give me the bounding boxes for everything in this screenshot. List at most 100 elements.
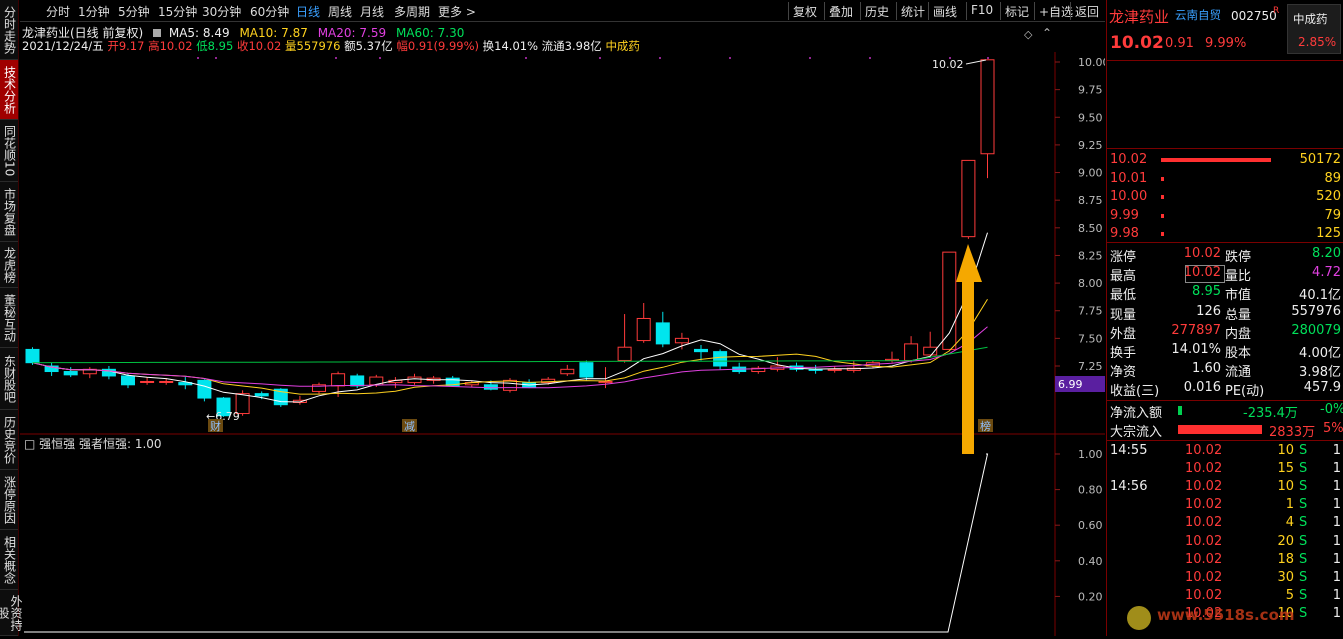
- stat-row: 最高 10.02 量比 4.72: [1107, 265, 1343, 285]
- settings-icon[interactable]: [153, 29, 162, 37]
- action-6[interactable]: 标记: [1000, 2, 1033, 20]
- bid-volume: 125: [1316, 226, 1341, 241]
- action-5[interactable]: F10: [966, 2, 997, 20]
- candle-body: [121, 375, 135, 386]
- candle-body: [254, 393, 269, 397]
- indicator-axis-label: 0.40: [1078, 555, 1103, 568]
- tick-count: 1: [1332, 533, 1341, 549]
- period-8[interactable]: 月线: [360, 3, 384, 20]
- net-inflow-row: 净流入额 -235.4万 -0%: [1107, 402, 1343, 421]
- left-tab-3[interactable]: 市场复盘: [0, 182, 18, 242]
- bid-row[interactable]: 9.99 79: [1107, 208, 1343, 226]
- candle-body: [407, 376, 422, 384]
- left-tab-2[interactable]: 同花顺10: [0, 120, 18, 182]
- candle-body: [483, 384, 498, 390]
- kline-chart[interactable]: 10.00 9.75 9.50 9.25 9.00 8.75 8.50 8.25 8.00 7.7…: [20, 52, 1110, 636]
- stat-value: 14.01%: [1171, 342, 1221, 357]
- amount-value: 额5.37亿: [344, 39, 393, 53]
- period-3[interactable]: 15分钟: [158, 3, 197, 20]
- left-tab-strip: 分时走势 技术分析 同花顺10 市场复盘 龙虎榜 董秘互动 东财股吧 历史竞价 涨停原因 相关概念…: [0, 0, 23, 636]
- close-value: 收10.02: [236, 39, 282, 53]
- marker-dot: [809, 57, 811, 59]
- stat-value: 4.00亿: [1299, 346, 1341, 361]
- collapse-icon[interactable]: ⌃: [1042, 26, 1052, 40]
- period-0[interactable]: 分时: [46, 3, 70, 20]
- tick-price: 10.02: [1185, 587, 1223, 603]
- bid-volume-bar: [1161, 213, 1164, 218]
- stat-label: PE(动): [1225, 384, 1265, 400]
- bid-price: 10.02: [1110, 152, 1148, 167]
- action-3[interactable]: 统计: [896, 2, 929, 20]
- stat-row: 换手 14.01% 股本 4.00亿: [1107, 342, 1343, 361]
- bid-volume-bar: [1161, 176, 1164, 181]
- bid-volume: 79: [1324, 207, 1341, 223]
- tick-count: 1: [1332, 569, 1341, 585]
- indicator-axis-label: 1.00: [1078, 448, 1103, 461]
- left-tab-5[interactable]: 董秘互动: [0, 288, 18, 348]
- action-0[interactable]: 复权: [788, 2, 821, 20]
- left-tab-7[interactable]: 历史竞价: [0, 410, 18, 470]
- stat-label: 流通: [1225, 365, 1252, 381]
- tick-volume: 1: [1285, 497, 1294, 513]
- action-2[interactable]: 历史: [860, 2, 893, 20]
- left-tab-9[interactable]: 相关概念: [0, 530, 18, 590]
- diamond-icon[interactable]: ◇: [1024, 28, 1032, 41]
- net-inflow-value: -235.4万: [1243, 406, 1298, 421]
- period-4[interactable]: 30分钟: [202, 3, 241, 20]
- tick-count: 1: [1332, 479, 1341, 495]
- price-axis-label: 9.50: [1078, 111, 1103, 124]
- tick-count: 1: [1332, 605, 1341, 621]
- candle-body: [827, 368, 842, 371]
- left-tab-4[interactable]: 龙虎榜: [0, 242, 18, 288]
- tick-row: 10.02 20 S 1: [1107, 534, 1343, 552]
- candle-body: [159, 380, 174, 383]
- action-8[interactable]: 返回: [1070, 2, 1103, 20]
- left-tab-8[interactable]: 涨停原因: [0, 470, 18, 530]
- stat-label: 最高: [1110, 269, 1137, 285]
- tick-price: 10.02: [1185, 569, 1223, 585]
- candle-body: [636, 317, 651, 342]
- stat-label: 股本: [1225, 346, 1252, 361]
- period-10[interactable]: 更多 >: [438, 3, 476, 20]
- period-6[interactable]: 日线: [296, 3, 320, 20]
- action-1[interactable]: 叠加: [824, 2, 857, 20]
- stat-row: 现量 126 总量 557976: [1107, 304, 1343, 323]
- left-tab-1[interactable]: 技术分析: [0, 60, 18, 120]
- price-axis-label: 7.50: [1078, 332, 1103, 345]
- candle-body: [961, 159, 976, 238]
- stat-label: 总量: [1225, 307, 1252, 323]
- tick-volume: 5: [1285, 587, 1294, 603]
- stat-value: 8.95: [1192, 284, 1221, 300]
- period-9[interactable]: 多周期: [394, 3, 430, 20]
- bid-row[interactable]: 10.00 520: [1107, 189, 1343, 207]
- bid-volume: 89: [1324, 170, 1341, 186]
- left-tab-10[interactable]: 外资持股: [0, 590, 23, 636]
- low-value: 低8.95: [196, 39, 234, 53]
- sector-box[interactable]: 中成药 2.85%: [1287, 4, 1341, 54]
- stat-label: 内盘: [1225, 326, 1252, 342]
- action-4[interactable]: 画线: [928, 2, 961, 20]
- bid-price: 10.01: [1110, 170, 1148, 186]
- bid-row[interactable]: 10.02 50172: [1107, 152, 1343, 170]
- tick-price: 10.02: [1185, 551, 1223, 567]
- left-tab-6[interactable]: 东财股吧: [0, 348, 18, 410]
- price-axis-label: 8.50: [1078, 222, 1103, 235]
- float-cap-value: 流通3.98亿: [541, 39, 602, 53]
- arrow-shaft: [962, 276, 974, 454]
- bid-row[interactable]: 10.01 89: [1107, 171, 1343, 189]
- period-5[interactable]: 60分钟: [250, 3, 289, 20]
- period-2[interactable]: 5分钟: [118, 3, 150, 20]
- tick-volume: 10: [1277, 479, 1294, 495]
- period-7[interactable]: 周线: [328, 3, 352, 20]
- stock-code: 002750: [1231, 9, 1277, 23]
- indicator-axis-label: 0.20: [1078, 590, 1103, 603]
- stat-label: 市值: [1225, 288, 1252, 304]
- stat-value: 1.60: [1192, 361, 1221, 377]
- left-tab-0[interactable]: 分时走势: [0, 0, 18, 60]
- marker-dot: [869, 57, 871, 59]
- tick-count: 1: [1332, 515, 1341, 531]
- candle-body: [140, 380, 155, 383]
- bid-volume: 50172: [1299, 152, 1341, 167]
- net-inflow-pct: -0%: [1320, 402, 1343, 417]
- period-1[interactable]: 1分钟: [78, 3, 110, 20]
